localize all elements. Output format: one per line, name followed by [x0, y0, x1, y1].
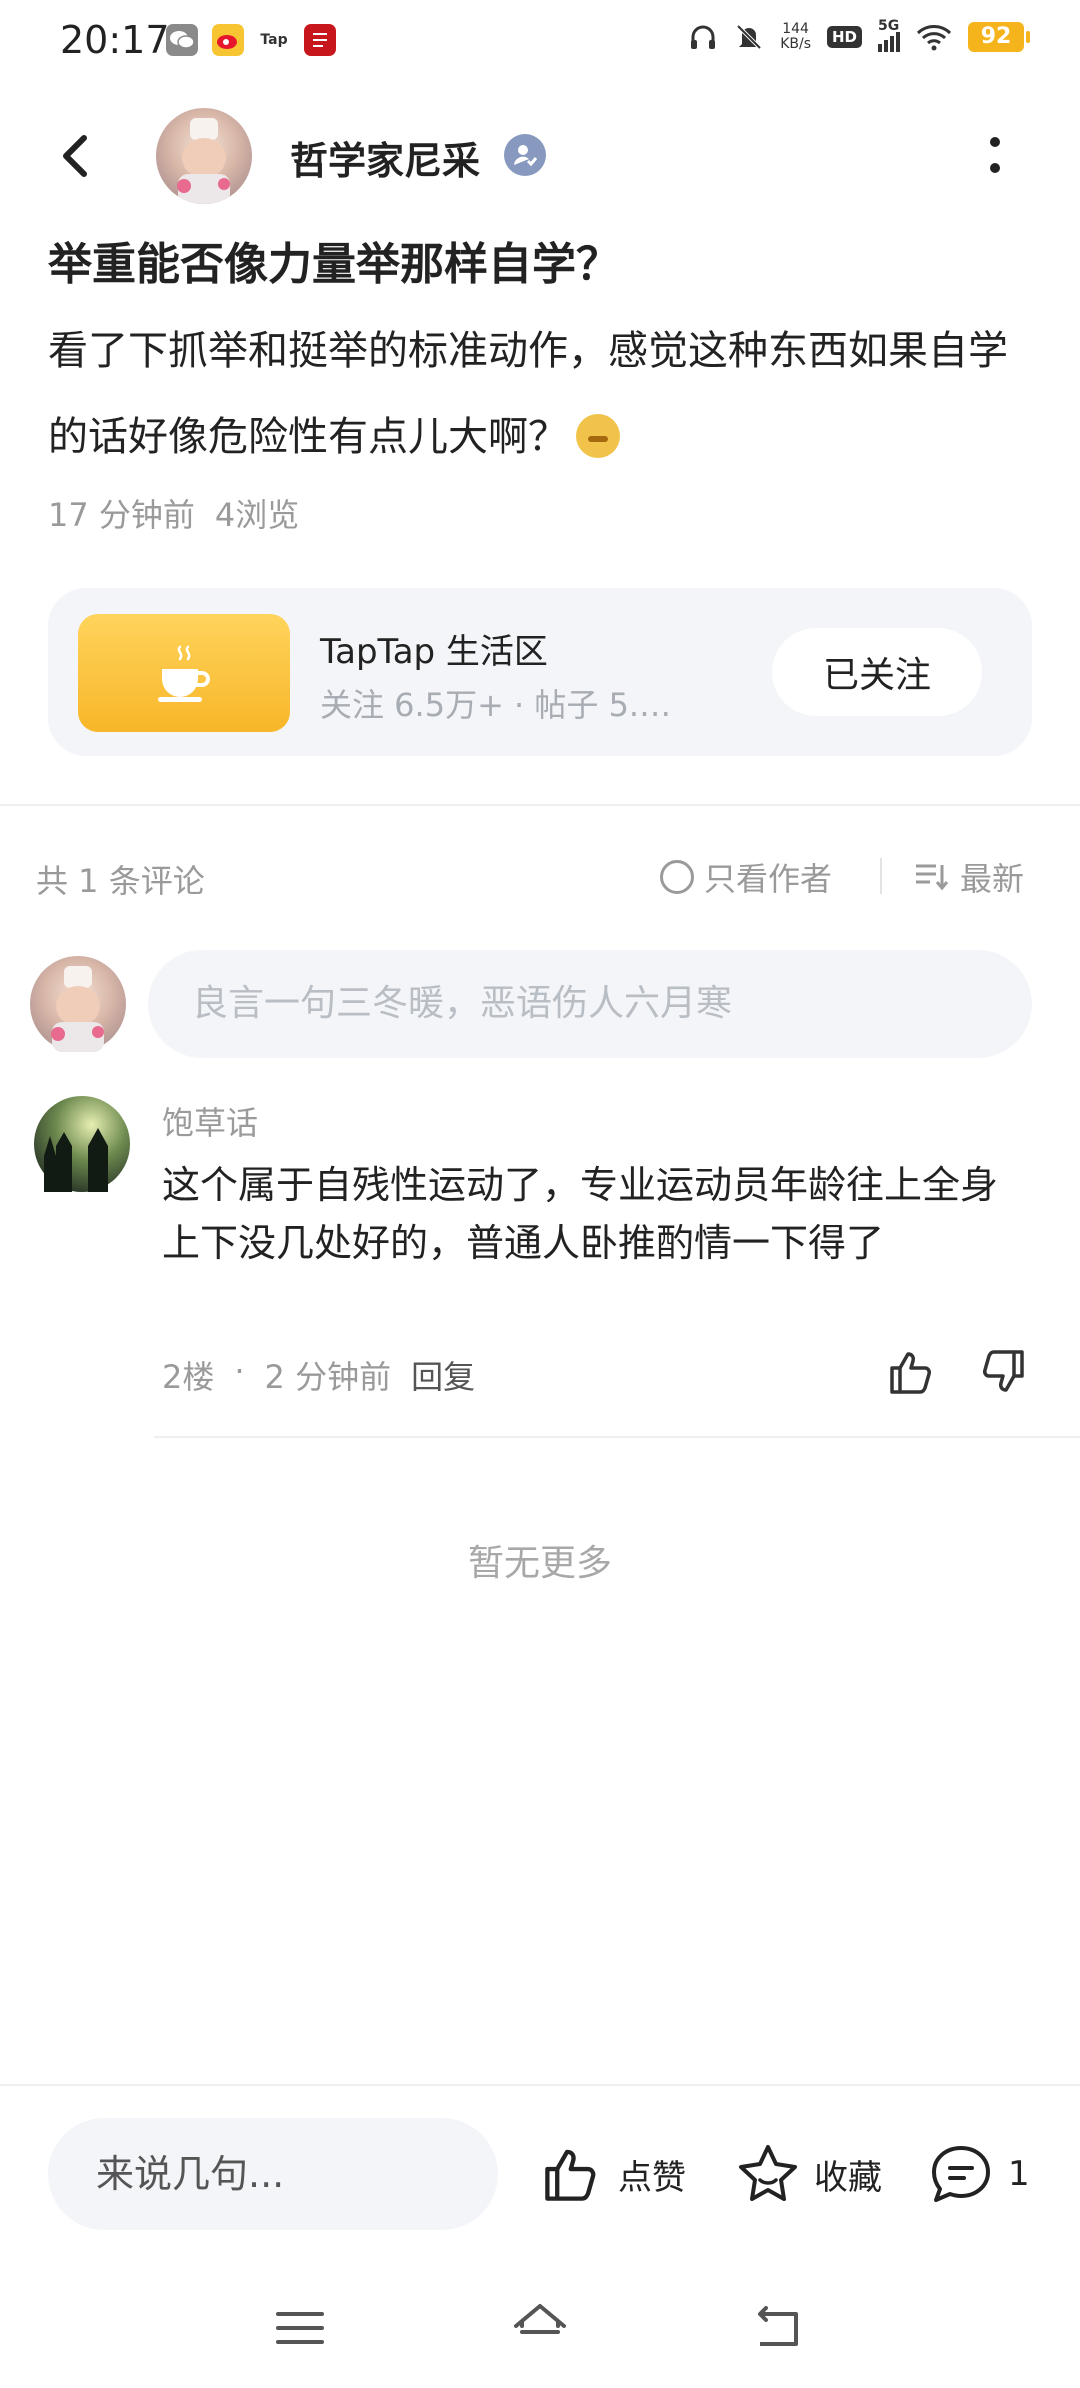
- comment-count: 共 1 条评论: [36, 862, 205, 900]
- thumbs-up-icon: [545, 2149, 596, 2201]
- system-back-button[interactable]: [752, 2302, 804, 2354]
- home-icon: [514, 2304, 566, 2334]
- post-time: 17 分钟前: [48, 496, 195, 534]
- sort-label: 最新: [960, 860, 1025, 898]
- favorite-button[interactable]: 收藏: [736, 2142, 882, 2206]
- bottom-bar-divider: [0, 2084, 1080, 2086]
- sort-button[interactable]: 最新: [914, 854, 1024, 900]
- community-stats: 关注 6.5万+ · 帖子 5.…: [320, 686, 672, 724]
- reply-button[interactable]: 回复: [411, 1352, 475, 1398]
- coffee-cup-icon: [78, 614, 290, 732]
- status-system-icons: 144 KB/s HD 5G 92: [688, 18, 1030, 52]
- post-meta: 17 分钟前 4浏览: [48, 490, 319, 536]
- comment-bubble-icon: [932, 2146, 990, 2202]
- community-card[interactable]: TapTap 生活区 关注 6.5万+ · 帖子 5.… 已关注: [48, 588, 1032, 756]
- my-avatar: [30, 956, 126, 1052]
- system-nav-bar: [0, 2280, 1080, 2388]
- comments-button[interactable]: 1: [928, 2142, 1030, 2206]
- wifi-icon: [916, 25, 952, 51]
- sweat-emoji-icon: [576, 414, 620, 458]
- comment-text: 这个属于自残性运动了，专业运动员年龄往上全身上下没几处好的，普通人卧推酌情一下得…: [162, 1163, 999, 1265]
- follow-button[interactable]: 已关注: [772, 628, 982, 716]
- post-body-text: 看了下抓举和挺举的标准动作，感觉这种东西如果自学的话好像危险性有点儿大啊？: [48, 328, 1008, 460]
- weibo-icon: [212, 24, 244, 56]
- author-only-label: 只看作者: [704, 860, 833, 898]
- radio-icon: [660, 860, 694, 894]
- comment-floor: 2楼: [162, 1358, 215, 1396]
- sort-icon: [916, 864, 949, 891]
- post-body: 看了下抓举和挺举的标准动作，感觉这种东西如果自学的话好像危险性有点儿大啊？: [48, 308, 1028, 480]
- headphones-icon: [691, 25, 716, 49]
- chevron-left-icon: [63, 135, 87, 177]
- network-speed-unit: KB/s: [780, 36, 811, 52]
- hd-badge: HD: [826, 26, 862, 48]
- commenter-name[interactable]: 饱草话: [162, 1098, 258, 1144]
- verified-user-icon: [504, 134, 546, 176]
- status-time: 20:17: [60, 18, 170, 62]
- no-more-label: 暂无更多: [467, 1543, 612, 1584]
- more-options-button[interactable]: [980, 136, 1010, 176]
- home-button[interactable]: [512, 2298, 568, 2354]
- star-icon: [739, 2145, 797, 2201]
- signal-icon: 5G: [878, 18, 900, 52]
- post-header: 哲学家尼采: [0, 100, 1080, 210]
- network-type-label: 5G: [878, 18, 900, 34]
- wechat-icon: [166, 24, 198, 56]
- like-label: 点赞: [618, 2157, 686, 2198]
- author-only-toggle[interactable]: 只看作者: [660, 854, 832, 900]
- more-vertical-icon: [990, 137, 1000, 173]
- favorite-label: 收藏: [814, 2157, 882, 2198]
- community-name: TapTap 生活区: [320, 632, 548, 672]
- thumbs-down-icon: [983, 1350, 1024, 1392]
- mute-icon: [736, 24, 762, 50]
- status-notification-icons: Tap: [166, 24, 336, 56]
- meta-dot: ·: [234, 1352, 245, 1390]
- comment-input[interactable]: 良言一句三冬暖，恶语伤人六月寒: [148, 950, 1032, 1058]
- bottom-comment-input[interactable]: 来说几句...: [48, 2118, 498, 2230]
- commenter-avatar[interactable]: [34, 1096, 130, 1192]
- comment-like-button[interactable]: [886, 1346, 938, 1398]
- back-arrow-icon: [758, 2306, 798, 2346]
- comment-time: 2 分钟前: [264, 1358, 392, 1396]
- back-button[interactable]: [50, 128, 106, 184]
- comment-meta: 2楼 · 2 分钟前 回复: [162, 1352, 475, 1398]
- comment-count-badge: 1: [1008, 2154, 1030, 2194]
- taptap-icon: Tap: [258, 24, 290, 56]
- post-views: 4浏览: [214, 496, 300, 534]
- section-divider: [0, 804, 1080, 806]
- post-title: 举重能否像力量举那样自学？: [48, 239, 620, 290]
- author-avatar[interactable]: [156, 108, 252, 204]
- news-app-icon: [304, 24, 336, 56]
- thumbs-up-icon: [890, 1352, 931, 1394]
- comment-dislike-button[interactable]: [976, 1346, 1028, 1398]
- menu-icon: [276, 2312, 324, 2344]
- battery-indicator: 92: [968, 22, 1030, 52]
- status-bar: 20:17 Tap 144 KB/s HD 5G 92: [0, 0, 1080, 84]
- network-speed-value: 144: [782, 21, 809, 37]
- network-speed: 144 KB/s: [780, 22, 811, 52]
- toolbar-separator: [880, 858, 882, 894]
- like-post-button[interactable]: 点赞: [540, 2142, 686, 2206]
- recent-apps-button[interactable]: [274, 2302, 326, 2354]
- comment-divider: [154, 1436, 1080, 1438]
- author-name[interactable]: 哲学家尼采: [290, 130, 480, 185]
